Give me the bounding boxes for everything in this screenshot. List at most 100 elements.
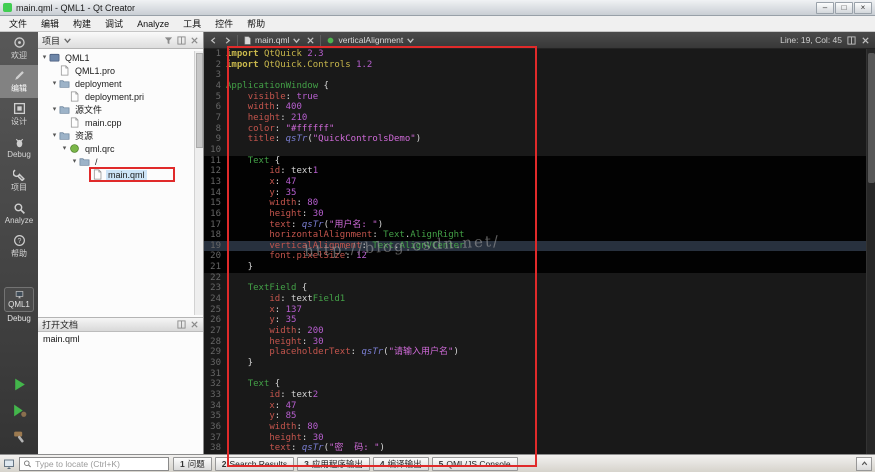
code-line-3[interactable]: 3 xyxy=(204,70,875,81)
code-line-7[interactable]: 7 height: 210 xyxy=(204,113,875,124)
menu-item-1[interactable]: 编辑 xyxy=(34,16,66,31)
mode-welcome[interactable]: 欢迎 xyxy=(0,32,38,65)
tree-item-main.cpp[interactable]: main.cpp xyxy=(38,116,203,129)
mode-design[interactable]: 设计 xyxy=(0,98,38,131)
kit-selector[interactable]: QML1 Debug xyxy=(0,287,38,323)
menu-item-6[interactable]: 控件 xyxy=(208,16,240,31)
expand-output-button[interactable] xyxy=(856,456,872,471)
code-line-11[interactable]: 11 Text { xyxy=(204,155,875,167)
code-line-20[interactable]: 20 font.pixelSize: 12 xyxy=(204,251,875,263)
code-line-1[interactable]: 1 import QtQuick 2.3 xyxy=(204,49,875,60)
code-line-12[interactable]: 12 id: text1 xyxy=(204,166,875,177)
expand-arrow-icon[interactable]: ▾ xyxy=(50,132,59,139)
code-line-23[interactable]: 23 TextField { xyxy=(204,283,875,294)
code-line-17[interactable]: 17 text: qsTr("用户名: ") xyxy=(204,219,875,231)
expand-arrow-icon[interactable]: ▾ xyxy=(70,158,79,165)
code-line-16[interactable]: 16 height: 30 xyxy=(204,208,875,220)
mode-projects[interactable]: 项目 xyxy=(0,164,38,197)
code-line-30[interactable]: 30 } xyxy=(204,358,875,369)
back-icon[interactable] xyxy=(209,36,218,45)
code-line-24[interactable]: 24 id: textField1 xyxy=(204,294,875,305)
open-file-combo[interactable]: main.qml xyxy=(243,35,301,45)
code-line-36[interactable]: 36 width: 80 xyxy=(204,422,875,433)
output-monitor-icon[interactable] xyxy=(3,458,15,470)
expand-arrow-icon[interactable]: ▾ xyxy=(60,145,69,152)
code-line-21[interactable]: 21 } xyxy=(204,262,875,273)
split-editor-icon[interactable] xyxy=(847,35,856,45)
mode-edit[interactable]: 编辑 xyxy=(0,65,38,98)
symbol-combo[interactable]: verticalAlignment xyxy=(326,35,415,45)
close-button[interactable]: × xyxy=(854,1,872,14)
tree-item-main.qml[interactable]: main.qml xyxy=(38,167,203,182)
code-line-27[interactable]: 27 width: 200 xyxy=(204,326,875,337)
tree-item-资源[interactable]: ▾ 资源 xyxy=(38,129,203,142)
mode-debug[interactable]: Debug xyxy=(0,131,38,164)
code-line-37[interactable]: 37 height: 30 xyxy=(204,433,875,444)
build-button[interactable] xyxy=(12,429,27,444)
debug-run-button[interactable] xyxy=(12,403,27,418)
code-line-33[interactable]: 33 id: text2 xyxy=(204,390,875,401)
expand-arrow-icon[interactable]: ▾ xyxy=(40,54,49,61)
maximize-button[interactable]: □ xyxy=(835,1,853,14)
tree-scrollbar-thumb[interactable] xyxy=(196,53,203,148)
menu-item-3[interactable]: 调试 xyxy=(98,16,130,31)
mode-help[interactable]: ? 帮助 xyxy=(0,230,38,263)
code-line-15[interactable]: 15 width: 80 xyxy=(204,198,875,209)
pane-button-search-results[interactable]: 2 Search Results xyxy=(214,456,295,471)
tree-item-源文件[interactable]: ▾ 源文件 xyxy=(38,103,203,116)
split-panel-icon[interactable] xyxy=(177,320,186,329)
split-panel-icon[interactable] xyxy=(177,35,186,45)
code-line-10[interactable]: 10 xyxy=(204,145,875,156)
tree-item-deployment[interactable]: ▾ deployment xyxy=(38,77,203,90)
menu-item-7[interactable]: 帮助 xyxy=(240,16,272,31)
code-line-29[interactable]: 29 placeholderText: qsTr("请输入用户名") xyxy=(204,347,875,358)
code-line-34[interactable]: 34 x: 47 xyxy=(204,401,875,412)
forward-icon[interactable] xyxy=(223,36,232,45)
pane-button-application-output[interactable]: 3 应用程序输出 xyxy=(297,456,370,471)
code-line-13[interactable]: 13 x: 47 xyxy=(204,176,875,188)
close-editor-icon[interactable] xyxy=(861,36,870,45)
code-line-8[interactable]: 8 color: "#ffffff" xyxy=(204,124,875,135)
code-line-5[interactable]: 5 visible: true xyxy=(204,92,875,103)
pane-button-qml-js-console[interactable]: 5 QML/JS Console xyxy=(431,456,518,471)
tree-item-QML1.pro[interactable]: QML1.pro xyxy=(38,64,203,77)
code-line-6[interactable]: 6 width: 400 xyxy=(204,102,875,113)
expand-arrow-icon[interactable]: ▾ xyxy=(50,106,59,113)
menu-item-2[interactable]: 构建 xyxy=(66,16,98,31)
code-line-14[interactable]: 14 y: 35 xyxy=(204,187,875,199)
editor-scrollbar[interactable] xyxy=(866,49,875,454)
menu-item-4[interactable]: Analyze xyxy=(130,18,176,30)
editor-scrollbar-thumb[interactable] xyxy=(868,53,875,183)
code-line-38[interactable]: 38 text: qsTr("密 码: ") xyxy=(204,443,875,454)
code-line-2[interactable]: 2 import QtQuick.Controls 1.2 xyxy=(204,60,875,71)
close-panel-icon[interactable] xyxy=(190,320,199,329)
filter-icon[interactable] xyxy=(164,36,173,45)
code-line-25[interactable]: 25 x: 137 xyxy=(204,305,875,316)
code-line-31[interactable]: 31 xyxy=(204,369,875,380)
code-line-35[interactable]: 35 y: 85 xyxy=(204,411,875,422)
panel-dropdown-icon[interactable] xyxy=(63,36,72,45)
close-panel-icon[interactable] xyxy=(190,36,199,45)
code-line-32[interactable]: 32 Text { xyxy=(204,379,875,390)
locator-input[interactable] xyxy=(35,458,165,469)
tree-item-qml.qrc[interactable]: ▾ qml.qrc xyxy=(38,142,203,155)
menu-item-5[interactable]: 工具 xyxy=(176,16,208,31)
pane-button-issues[interactable]: 1 问题 xyxy=(173,456,212,471)
expand-arrow-icon[interactable]: ▾ xyxy=(50,80,59,87)
open-doc-main.qml[interactable]: main.qml xyxy=(38,332,203,345)
code-line-18[interactable]: 18 horizontalAlignment: Text.AlignRight xyxy=(204,230,875,241)
run-button[interactable] xyxy=(12,377,27,392)
minimize-button[interactable]: – xyxy=(816,1,834,14)
tree-item-deployment.pri[interactable]: deployment.pri xyxy=(38,90,203,103)
code-line-4[interactable]: 4 ApplicationWindow { xyxy=(204,81,875,92)
tree-scrollbar[interactable] xyxy=(194,51,203,315)
pane-button-compile-output[interactable]: 4 编译输出 xyxy=(372,456,429,471)
code-line-26[interactable]: 26 y: 35 xyxy=(204,315,875,326)
code-line-9[interactable]: 9 title: qsTr("QuickControlsDemo") xyxy=(204,134,875,145)
mode-analyze[interactable]: Analyze xyxy=(0,197,38,230)
code-line-22[interactable]: 22 xyxy=(204,273,875,284)
code-line-28[interactable]: 28 height: 30 xyxy=(204,337,875,348)
tree-item-QML1[interactable]: ▾ QML1 xyxy=(38,51,203,64)
menu-item-0[interactable]: 文件 xyxy=(2,16,34,31)
code-line-19[interactable]: 19 verticalAlignment: Text.AlignVCenter xyxy=(204,240,875,252)
